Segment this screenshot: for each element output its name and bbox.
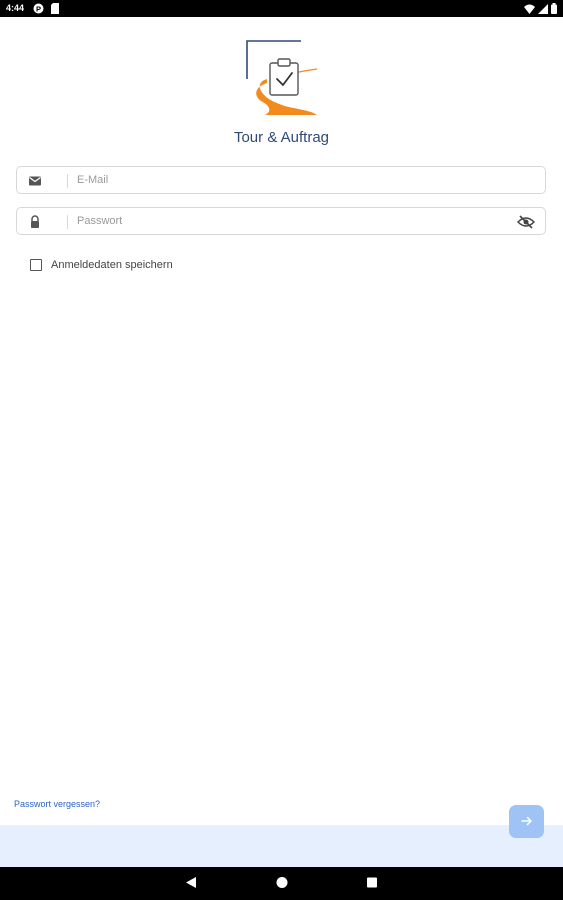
lock-icon [27, 214, 43, 230]
bottom-band [0, 825, 563, 867]
password-field[interactable] [16, 207, 546, 235]
email-input[interactable] [77, 171, 497, 189]
home-icon[interactable] [276, 876, 288, 894]
back-icon[interactable] [185, 876, 197, 894]
svg-text:P: P [36, 4, 41, 13]
signal-icon [538, 3, 548, 16]
eye-off-icon[interactable] [516, 214, 536, 230]
forgot-password-link[interactable]: Passwort vergessen? [14, 799, 100, 809]
remember-checkbox[interactable] [30, 259, 42, 271]
password-input[interactable] [77, 212, 497, 230]
mail-icon [27, 173, 43, 189]
field-divider [67, 174, 68, 188]
status-bar: 4:44 P [0, 0, 563, 17]
recents-icon[interactable] [366, 876, 378, 894]
remember-label: Anmeldedaten speichern [51, 259, 173, 271]
navigation-bar [0, 867, 563, 900]
arrow-right-icon [520, 813, 533, 831]
app-logo [243, 39, 321, 119]
sd-card-icon [51, 3, 60, 16]
field-divider [67, 215, 68, 229]
clipboard-check-road-logo [246, 40, 318, 115]
wifi-icon [524, 4, 535, 16]
battery-icon [551, 3, 557, 16]
remember-credentials[interactable]: Anmeldedaten speichern [30, 259, 173, 271]
status-time: 4:44 [6, 3, 25, 13]
badge-p-icon: P [33, 3, 44, 16]
email-field[interactable] [16, 166, 546, 194]
app-title: Tour & Auftrag [233, 129, 330, 146]
next-button[interactable] [509, 805, 544, 838]
